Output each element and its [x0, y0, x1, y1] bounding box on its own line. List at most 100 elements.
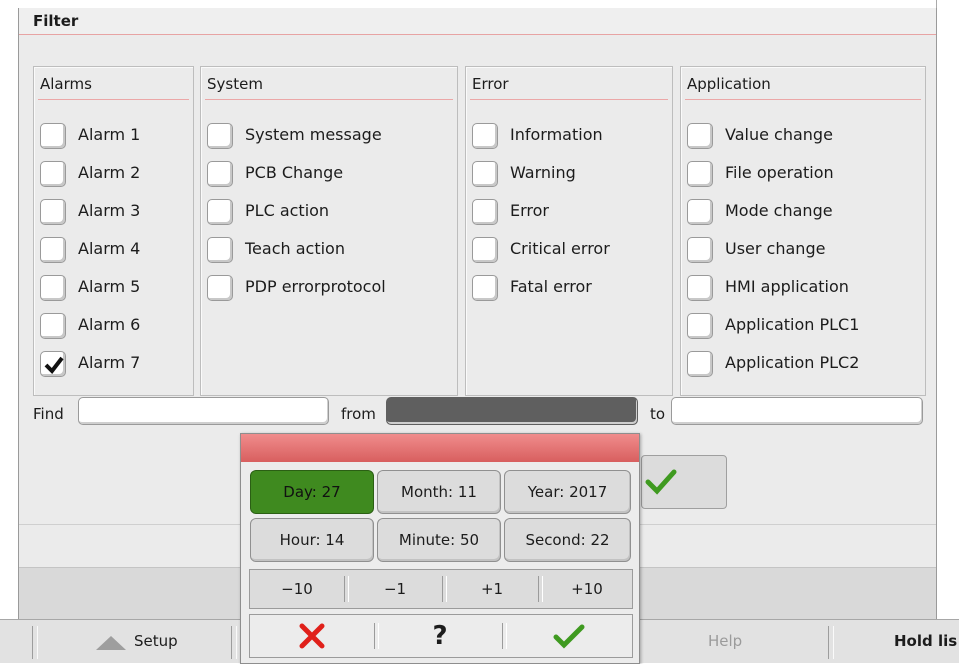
- minus-10-button[interactable]: −10: [250, 570, 344, 608]
- checkbox-label: System message: [245, 125, 382, 144]
- filter-title: Filter: [33, 12, 79, 30]
- cancel-button[interactable]: [250, 615, 374, 657]
- checkbox-box[interactable]: [207, 275, 233, 301]
- divider: [38, 99, 189, 100]
- checkmark-icon: [44, 356, 64, 375]
- checkbox-label: Alarm 2: [78, 163, 141, 182]
- triangle-up-icon: [96, 636, 126, 650]
- find-label: Find: [33, 405, 64, 423]
- setup-softkey[interactable]: Setup: [38, 620, 228, 663]
- checkbox-label: PLC action: [245, 201, 330, 220]
- checkbox-box[interactable]: [40, 199, 66, 225]
- find-input[interactable]: [78, 397, 329, 425]
- group-title: System: [207, 75, 263, 93]
- year-field-button[interactable]: Year: 2017: [504, 470, 631, 514]
- checkbox-box[interactable]: [40, 351, 66, 377]
- group-error: Error Information Warning Error Critical…: [465, 66, 673, 396]
- checkbox-box[interactable]: [207, 123, 233, 149]
- dialog-header: [241, 434, 639, 462]
- group-title: Alarms: [40, 75, 92, 93]
- to-label: to: [650, 405, 666, 423]
- checkbox-box[interactable]: [40, 275, 66, 301]
- checkbox-box[interactable]: [472, 275, 498, 301]
- checkbox-box[interactable]: [207, 237, 233, 263]
- checkbox-label: Information: [510, 125, 603, 144]
- checkbox-label: User change: [725, 239, 826, 258]
- checkbox-box[interactable]: [207, 161, 233, 187]
- checkbox-label: Mode change: [725, 201, 833, 220]
- confirm-button[interactable]: [506, 615, 632, 657]
- to-date-input[interactable]: [671, 397, 923, 425]
- find-row: Find from to: [19, 397, 936, 427]
- step-buttons-row: −10 −1 +1 +10: [249, 569, 633, 609]
- day-field-button[interactable]: Day: 27: [250, 470, 374, 514]
- second-field-button[interactable]: Second: 22: [504, 518, 631, 562]
- softkey-separator: [231, 626, 237, 659]
- checkbox-box[interactable]: [687, 123, 713, 149]
- checkbox-box[interactable]: [687, 199, 713, 225]
- checkbox-box[interactable]: [687, 313, 713, 339]
- cancel-icon: [299, 623, 325, 649]
- checkbox-label: Error: [510, 201, 549, 220]
- checkbox-label: Alarm 5: [78, 277, 141, 296]
- checkbox-label: Alarm 1: [78, 125, 141, 144]
- checkbox-box[interactable]: [40, 313, 66, 339]
- confirm-icon: [645, 469, 677, 495]
- checkbox-label: Alarm 6: [78, 315, 141, 334]
- checkbox-box[interactable]: [207, 199, 233, 225]
- filter-title-bar: Filter: [19, 8, 936, 35]
- dialog-actions-row: ?: [249, 614, 633, 658]
- group-title: Error: [472, 75, 509, 93]
- checkbox-label: Value change: [725, 125, 833, 144]
- checkbox-box[interactable]: [687, 161, 713, 187]
- hold-list-softkey[interactable]: Hold lis: [834, 620, 959, 663]
- checkbox-box[interactable]: [472, 237, 498, 263]
- from-label: from: [341, 405, 376, 423]
- checkbox-label: PCB Change: [245, 163, 344, 182]
- checkbox-box[interactable]: [40, 161, 66, 187]
- checkbox-label: Application PLC1: [725, 315, 860, 334]
- date-time-dialog: Day: 27 Month: 11 Year: 2017 Hour: 14 Mi…: [240, 433, 640, 664]
- checkbox-box[interactable]: [687, 237, 713, 263]
- checkbox-label: Application PLC2: [725, 353, 860, 372]
- help-button[interactable]: ?: [378, 615, 502, 657]
- checkbox-box[interactable]: [40, 237, 66, 263]
- help-softkey[interactable]: Help: [640, 620, 825, 663]
- group-application: Application Value change File operation …: [680, 66, 926, 396]
- divider: [470, 99, 668, 100]
- divider: [685, 99, 921, 100]
- checkbox-label: Critical error: [510, 239, 610, 258]
- help-softkey-label: Help: [708, 632, 743, 650]
- plus-1-button[interactable]: +1: [446, 570, 538, 608]
- checkbox-label: File operation: [725, 163, 834, 182]
- checkbox-box[interactable]: [472, 199, 498, 225]
- checkbox-label: Alarm 7: [78, 353, 141, 372]
- hold-list-softkey-label: Hold lis: [894, 632, 958, 650]
- month-field-button[interactable]: Month: 11: [377, 470, 501, 514]
- group-title: Application: [687, 75, 771, 93]
- confirm-icon: [553, 624, 585, 649]
- from-date-input[interactable]: [386, 397, 638, 425]
- checkbox-box[interactable]: [472, 161, 498, 187]
- checkbox-label: Alarm 3: [78, 201, 141, 220]
- checkbox-label: PDP errorprotocol: [245, 277, 386, 296]
- checkbox-label: Alarm 4: [78, 239, 141, 258]
- divider: [205, 99, 453, 100]
- checkbox-box[interactable]: [687, 275, 713, 301]
- checkbox-box[interactable]: [687, 351, 713, 377]
- apply-filter-button[interactable]: [641, 455, 727, 509]
- checkbox-box[interactable]: [472, 123, 498, 149]
- help-icon: ?: [432, 621, 448, 651]
- minute-field-button[interactable]: Minute: 50: [377, 518, 501, 562]
- checkbox-label: Teach action: [245, 239, 345, 258]
- group-system: System System message PCB Change PLC act…: [200, 66, 458, 396]
- group-alarms: Alarms Alarm 1 Alarm 2 Alarm 3 Alarm 4 A…: [33, 66, 194, 396]
- minus-1-button[interactable]: −1: [348, 570, 442, 608]
- checkbox-label: HMI application: [725, 277, 849, 296]
- checkbox-label: Fatal error: [510, 277, 592, 296]
- hour-field-button[interactable]: Hour: 14: [250, 518, 374, 562]
- checkbox-box[interactable]: [40, 123, 66, 149]
- plus-10-button[interactable]: +10: [542, 570, 632, 608]
- checkbox-label: Warning: [510, 163, 576, 182]
- setup-softkey-label: Setup: [134, 632, 178, 650]
